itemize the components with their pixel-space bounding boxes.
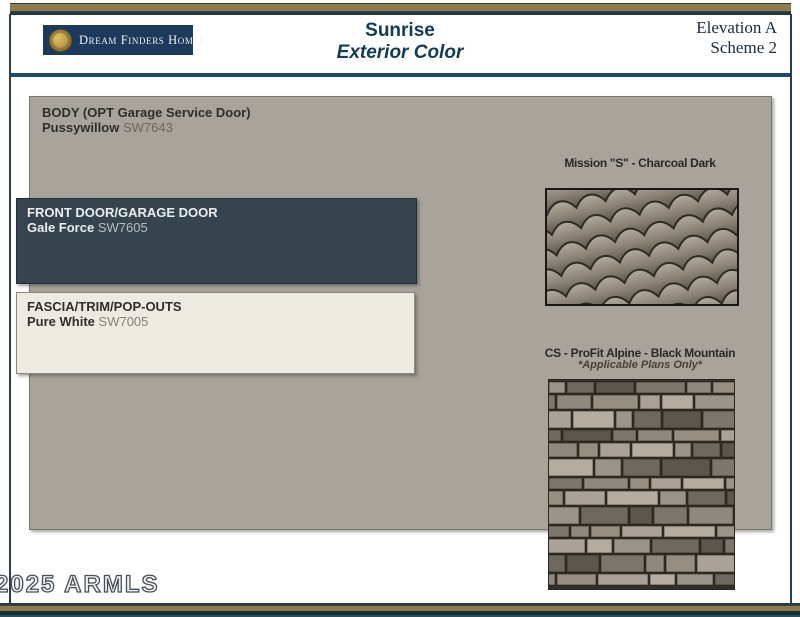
community-title: Sunrise — [260, 20, 540, 42]
bottom-border-stripe — [0, 603, 800, 617]
front-door-color-swatch: FRONT DOOR/GARAGE DOOR Gale Force SW7605 — [16, 198, 417, 284]
fascia-swatch-title: FASCIA/TRIM/POP-OUTS — [27, 299, 414, 314]
dfh-logo-seal-icon — [49, 29, 72, 52]
roof-tile-label: Mission "S" - Charcoal Dark — [520, 156, 760, 170]
front-door-color-name: Gale Force — [27, 220, 94, 235]
front-door-swatch-label: FRONT DOOR/GARAGE DOOR Gale Force SW7605 — [17, 199, 416, 235]
body-color-code: SW7643 — [123, 120, 173, 135]
top-border-stripe — [10, 0, 791, 14]
front-door-swatch-title: FRONT DOOR/GARAGE DOOR — [27, 205, 416, 220]
dfh-logo: Dream Finders Homes — [43, 25, 193, 55]
body-swatch-title: BODY (OPT Garage Service Door) — [42, 105, 771, 120]
logo-text: Dream Finders Homes — [79, 33, 205, 48]
fascia-color-code: SW7005 — [99, 314, 149, 329]
elevation-label: Elevation A — [696, 18, 777, 38]
fascia-swatch-label: FASCIA/TRIM/POP-OUTS Pure White SW7005 — [17, 293, 414, 329]
scheme-label: Scheme 2 — [696, 38, 777, 58]
color-scheme-sheet: Dream Finders Homes Sunrise Exterior Col… — [0, 0, 800, 617]
stone-veneer-image — [548, 379, 735, 590]
fascia-color-name: Pure White — [27, 314, 95, 329]
page-border-left — [9, 14, 11, 603]
elevation-block: Elevation A Scheme 2 — [696, 18, 777, 58]
stone-veneer-label: CS - ProFit Alpine - Black Mountain — [520, 346, 760, 360]
armls-watermark: 2025 ARMLS — [0, 571, 160, 599]
stone-veneer-note: *Applicable Plans Only* — [520, 359, 760, 371]
page-border-right — [790, 14, 792, 603]
header-titles: Sunrise Exterior Color — [260, 20, 540, 64]
fascia-color-swatch: FASCIA/TRIM/POP-OUTS Pure White SW7005 — [16, 292, 415, 374]
roof-tile-image — [545, 188, 739, 306]
sheet-subtitle: Exterior Color — [260, 42, 540, 64]
body-swatch-label: BODY (OPT Garage Service Door) Pussywill… — [30, 97, 771, 135]
body-color-name: Pussywillow — [42, 120, 119, 135]
header-divider — [11, 73, 790, 77]
front-door-color-code: SW7605 — [98, 220, 148, 235]
